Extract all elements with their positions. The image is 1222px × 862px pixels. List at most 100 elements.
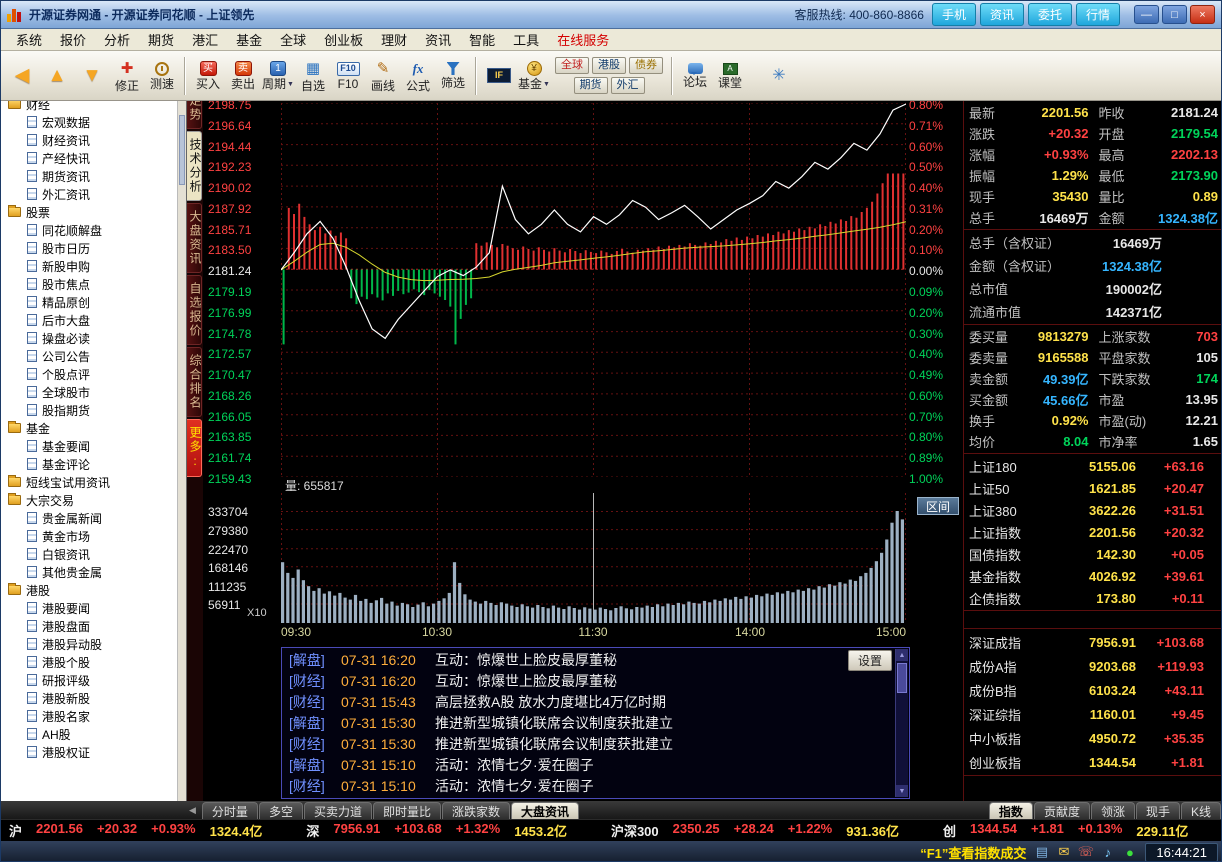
menu-item-wealth[interactable]: 理财	[372, 28, 416, 51]
mail-icon[interactable]: ✉	[1055, 844, 1072, 861]
index-row[interactable]: 上证380 3622.26 +31.51	[964, 499, 1221, 521]
phone-icon[interactable]: ☏	[1077, 844, 1094, 861]
view-tab-ranking[interactable]: 综合排名	[187, 347, 202, 417]
index-row[interactable]: 深证综指 1160.01 +9.45	[964, 702, 1221, 726]
volume-plot[interactable]	[281, 493, 906, 623]
view-tab-more[interactable]: 更多:	[187, 419, 202, 477]
tree-item[interactable]: 基金评论	[1, 455, 177, 473]
tree-item[interactable]: 黄金市场	[1, 527, 177, 545]
quote-group-sh[interactable]: 沪 2201.56 +20.32 +0.93% 1324.4亿	[9, 821, 262, 840]
menu-item-futures[interactable]: 期货	[139, 28, 183, 51]
tree-item[interactable]: 贵金属新闻	[1, 509, 177, 527]
tree-item[interactable]: 新股申购	[1, 257, 177, 275]
index-row[interactable]: 创业板指 1344.54 +1.81	[964, 750, 1221, 774]
quick-button-trade[interactable]: 委托	[1027, 3, 1072, 26]
quick-button-quotes[interactable]: 行情	[1075, 3, 1120, 26]
index-row[interactable]: 成份B指 6103.24 +43.11	[964, 678, 1221, 702]
news-item[interactable]: [解盘] 07-31 15:10 活动：浓情七夕·爱在圈子	[283, 754, 894, 775]
toolbar-button-settings[interactable]: ✳	[762, 54, 796, 98]
toolbar-button-formula[interactable]: fx 公式	[401, 54, 435, 98]
close-button[interactable]: ×	[1190, 5, 1215, 24]
quote-group-hs300[interactable]: 沪深300 2350.25 +28.24 +1.22% 931.36亿	[611, 821, 899, 840]
toolbar-button-bond[interactable]: 债券	[629, 57, 663, 74]
index-row[interactable]: 中小板指 4950.72 +35.35	[964, 726, 1221, 750]
tree-item[interactable]: 港股盘面	[1, 617, 177, 635]
toolbar-button-buy[interactable]: 买买入	[191, 54, 225, 98]
tree-item[interactable]: 财经资讯	[1, 131, 177, 149]
right-tab-leaders[interactable]: 领涨	[1090, 802, 1135, 819]
tree-item[interactable]: 外汇资讯	[1, 185, 177, 203]
toolbar-button-fx[interactable]: 外汇	[610, 77, 645, 94]
toolbar-button-screener[interactable]: 筛选	[436, 54, 470, 98]
view-tab-watchlist-quotes[interactable]: 自选报价	[187, 275, 202, 345]
toolbar-button-fund[interactable]: ¥ 基金 ▼	[517, 54, 551, 98]
tree-item[interactable]: 白银资讯	[1, 545, 177, 563]
tree-item[interactable]: 股票	[1, 203, 177, 221]
index-row[interactable]: 深证成指 7956.91 +103.68	[964, 630, 1221, 654]
tree-item[interactable]: 港股个股	[1, 653, 177, 671]
toolbar-button-f10[interactable]: F10 F10	[331, 54, 365, 98]
toolbar-button-classroom[interactable]: A 课堂	[713, 54, 747, 98]
news-settings-button[interactable]: 设置	[847, 650, 892, 671]
menu-item-global[interactable]: 全球	[271, 28, 315, 51]
sound-icon[interactable]: ♪	[1099, 844, 1116, 861]
menu-item-hk-fx[interactable]: 港汇	[183, 28, 227, 51]
scroll-up-icon[interactable]: ▲	[896, 649, 908, 661]
menu-item-quote[interactable]: 报价	[51, 28, 95, 51]
news-item[interactable]: [解盘] 07-31 15:30 推进新型城镇化联席会议制度获批建立	[283, 712, 894, 733]
tree-item[interactable]: 港股异动股	[1, 635, 177, 653]
tree-item[interactable]: 期货资讯	[1, 167, 177, 185]
view-tab-market-info[interactable]: 大盘资讯	[187, 203, 202, 273]
tree-item[interactable]: 股市日历	[1, 239, 177, 257]
tree-item[interactable]: 财经	[1, 101, 177, 113]
menu-item-system[interactable]: 系统	[7, 28, 51, 51]
view-tab-technical[interactable]: 技术分析	[187, 131, 202, 201]
tree-item[interactable]: 后市大盘	[1, 311, 177, 329]
bottom-tab-long-short[interactable]: 多空	[258, 802, 303, 819]
tree-item[interactable]: 公司公告	[1, 347, 177, 365]
quote-group-chinext[interactable]: 创 1344.54 +1.81 +0.13% 229.11亿	[943, 821, 1188, 840]
range-button[interactable]: 区间	[917, 497, 959, 515]
index-row[interactable]: 成份A指 9203.68 +119.93	[964, 654, 1221, 678]
menu-item-news[interactable]: 资讯	[416, 28, 460, 51]
signal-icon[interactable]: ●	[1121, 844, 1138, 861]
scroll-down-icon[interactable]: ▼	[896, 785, 908, 797]
toolbar-button-hk[interactable]: 港股	[592, 57, 626, 74]
intraday-plot[interactable]	[281, 103, 906, 477]
news-item[interactable]: [财经] 07-31 15:30 推进新型城镇化联席会议制度获批建立	[283, 733, 894, 754]
tree-item[interactable]: 研报评级	[1, 671, 177, 689]
toolbar-button-revise[interactable]: ✚ 修正	[110, 54, 144, 98]
tree-item[interactable]: 精品原创	[1, 293, 177, 311]
news-scrollbar-thumb[interactable]	[897, 663, 907, 693]
tree-item[interactable]: 短线宝试用资讯	[1, 473, 177, 491]
tree-item[interactable]: 基金	[1, 419, 177, 437]
index-row[interactable]: 基金指数 4026.92 +39.61	[964, 565, 1221, 587]
tree-item[interactable]: 产经快讯	[1, 149, 177, 167]
news-item[interactable]: [财经] 07-31 16:20 互动：惊爆世上脸皮最厚董秘	[283, 670, 894, 691]
news-item[interactable]: [财经] 07-31 15:10 活动：浓情七夕·爱在圈子	[283, 775, 894, 796]
tree-item[interactable]: 宏观数据	[1, 113, 177, 131]
tree-item[interactable]: 操盘必读	[1, 329, 177, 347]
right-tab-current-volume[interactable]: 现手	[1135, 802, 1180, 819]
tree-item[interactable]: 大宗交易	[1, 491, 177, 509]
index-row[interactable]: 国债指数 142.30 +0.05	[964, 543, 1221, 565]
toolbar-button-watchlist[interactable]: ▦ 自选	[296, 54, 330, 98]
bottom-tab-minute-volume[interactable]: 分时量	[201, 802, 258, 819]
tree-item[interactable]: 全球股市	[1, 383, 177, 401]
tree-item[interactable]: 股指期货	[1, 401, 177, 419]
index-row[interactable]: 企债指数 173.80 +0.11	[964, 587, 1221, 609]
board-icon[interactable]: ▤	[1033, 844, 1050, 861]
right-tab-contribution[interactable]: 贡献度	[1033, 802, 1090, 819]
tree-item[interactable]: 其他贵金属	[1, 563, 177, 581]
bottom-tab-volume-ratio[interactable]: 即时量比	[372, 802, 441, 819]
news-item[interactable]: [解盘] 07-31 16:20 互动：惊爆世上脸皮最厚董秘	[283, 649, 894, 670]
toolbar-button-back[interactable]: ◀	[5, 54, 39, 98]
toolbar-button-index-futures[interactable]: IF	[482, 54, 516, 98]
quick-button-info[interactable]: 资讯	[979, 3, 1024, 26]
right-tab-indexes[interactable]: 指数	[988, 802, 1033, 819]
quote-group-sz[interactable]: 深 7956.91 +103.68 +1.32% 1453.2亿	[306, 821, 567, 840]
restore-button[interactable]: □	[1162, 5, 1187, 24]
view-tab-trend[interactable]: 走势	[187, 101, 202, 129]
toolbar-button-global[interactable]: 全球	[555, 57, 589, 74]
bottom-tab-buy-sell-power[interactable]: 买卖力道	[303, 802, 372, 819]
